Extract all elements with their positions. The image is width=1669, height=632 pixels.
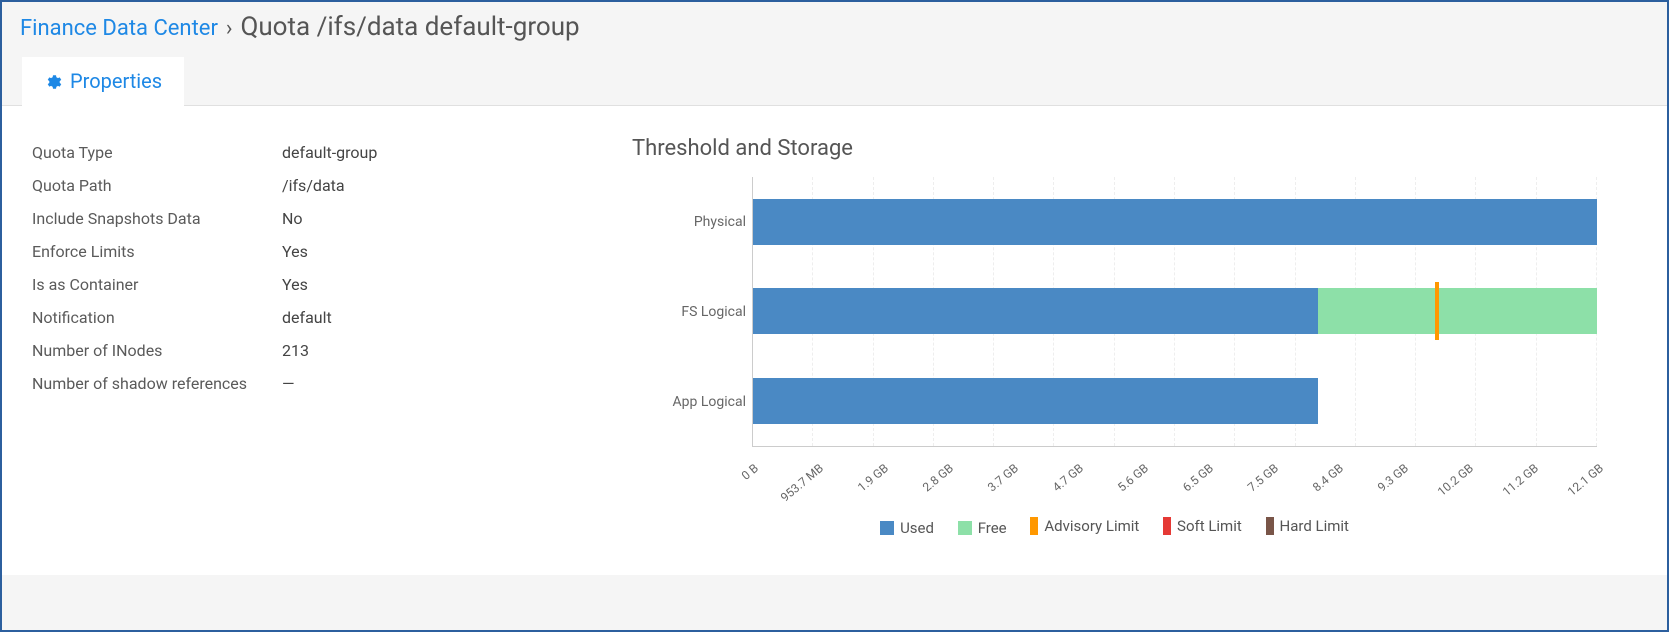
chart-panel: Threshold and Storage Physical FS Logical… — [632, 136, 1637, 555]
chart-x-tick: 7.5 GB — [1245, 461, 1281, 494]
chart-x-tick: 8.4 GB — [1310, 461, 1346, 494]
chart-x-tick: 953.7 MB — [778, 461, 826, 505]
chart-title: Threshold and Storage — [632, 136, 1597, 161]
chart-area: Physical FS Logical App Logical — [632, 177, 1597, 457]
property-label: Number of shadow references — [32, 374, 282, 393]
chart-plot — [752, 177, 1597, 447]
property-row: Number of shadow references— — [32, 367, 592, 400]
property-value: default — [282, 308, 332, 327]
chart-bar-segment — [1318, 288, 1597, 334]
chart-category-labels: Physical FS Logical App Logical — [632, 177, 752, 447]
legend-label: Free — [978, 519, 1007, 537]
chart-x-tick: 10.2 GB — [1435, 461, 1476, 499]
chart-x-tick: 3.7 GB — [985, 461, 1021, 494]
chart-x-tick: 2.8 GB — [920, 461, 956, 494]
property-row: Notificationdefault — [32, 301, 592, 334]
properties-panel: Quota Typedefault-groupQuota Path/ifs/da… — [32, 136, 592, 555]
legend-advisory: Advisory Limit — [1030, 517, 1139, 535]
chart-bar-segment — [753, 288, 1318, 334]
breadcrumb-separator: › — [222, 16, 237, 41]
property-row: Is as ContainerYes — [32, 268, 592, 301]
legend-label: Advisory Limit — [1044, 517, 1139, 535]
chart-x-tick: 9.3 GB — [1375, 461, 1411, 494]
chart-x-tick: 1.9 GB — [855, 461, 891, 494]
chart-bar-row — [753, 378, 1597, 424]
property-label: Quota Type — [32, 143, 282, 162]
chart-x-tick: 0 B — [739, 461, 761, 483]
legend-label: Soft Limit — [1177, 517, 1242, 535]
property-label: Quota Path — [32, 176, 282, 195]
tab-label: Properties — [70, 69, 162, 93]
property-row: Include Snapshots DataNo — [32, 202, 592, 235]
property-row: Number of INodes213 — [32, 334, 592, 367]
chart-category-label: App Logical — [673, 394, 746, 410]
legend-hard: Hard Limit — [1266, 517, 1349, 535]
legend-label: Used — [900, 519, 934, 537]
property-row: Quota Path/ifs/data — [32, 169, 592, 202]
property-value: default-group — [282, 143, 377, 162]
legend-swatch-advisory — [1030, 517, 1038, 535]
property-row: Quota Typedefault-group — [32, 136, 592, 169]
chart-bars — [753, 177, 1597, 446]
property-value: — — [282, 374, 295, 393]
legend-swatch-hard — [1266, 517, 1274, 535]
breadcrumb-parent-link[interactable]: Finance Data Center — [20, 16, 218, 41]
chart-x-tick: 4.7 GB — [1050, 461, 1086, 494]
property-value: Yes — [282, 242, 308, 261]
property-value: Yes — [282, 275, 308, 294]
legend-used: Used — [880, 519, 934, 537]
chart-x-tick: 12.1 GB — [1565, 461, 1606, 499]
property-row: Enforce LimitsYes — [32, 235, 592, 268]
chart-bar-segment — [753, 378, 1318, 424]
chart-threshold-marker — [1435, 282, 1439, 340]
breadcrumb: Finance Data Center › Quota /ifs/data de… — [2, 2, 1667, 56]
property-label: Enforce Limits — [32, 242, 282, 261]
content-area: Quota Typedefault-groupQuota Path/ifs/da… — [2, 105, 1667, 575]
page-title: Quota /ifs/data default-group — [240, 12, 579, 42]
property-value: 213 — [282, 341, 309, 360]
chart-x-tick: 11.2 GB — [1500, 461, 1541, 499]
app-frame: Finance Data Center › Quota /ifs/data de… — [0, 0, 1669, 632]
chart-category-label: Physical — [694, 214, 746, 230]
legend-swatch-free — [958, 521, 972, 535]
chart-category-label: FS Logical — [681, 304, 746, 320]
property-label: Include Snapshots Data — [32, 209, 282, 228]
property-value: /ifs/data — [282, 176, 345, 195]
chart-bar-segment — [753, 199, 1597, 245]
chart-x-tick: 5.6 GB — [1115, 461, 1151, 494]
legend-label: Hard Limit — [1280, 517, 1349, 535]
legend-swatch-soft — [1163, 517, 1171, 535]
gear-icon — [44, 72, 62, 90]
legend-free: Free — [958, 519, 1007, 537]
tab-bar: Properties — [2, 56, 1667, 105]
chart-x-axis: 0 B953.7 MB1.9 GB2.8 GB3.7 GB4.7 GB5.6 G… — [752, 457, 1597, 507]
chart-bar-row — [753, 199, 1597, 245]
property-label: Notification — [32, 308, 282, 327]
property-value: No — [282, 209, 303, 228]
legend-soft: Soft Limit — [1163, 517, 1242, 535]
chart-x-tick: 6.5 GB — [1180, 461, 1216, 494]
tab-properties[interactable]: Properties — [22, 57, 184, 106]
property-label: Number of INodes — [32, 341, 282, 360]
property-label: Is as Container — [32, 275, 282, 294]
chart-bar-row — [753, 288, 1597, 334]
chart-legend: Used Free Advisory Limit Soft Limit Hard… — [632, 517, 1597, 539]
legend-swatch-used — [880, 521, 894, 535]
